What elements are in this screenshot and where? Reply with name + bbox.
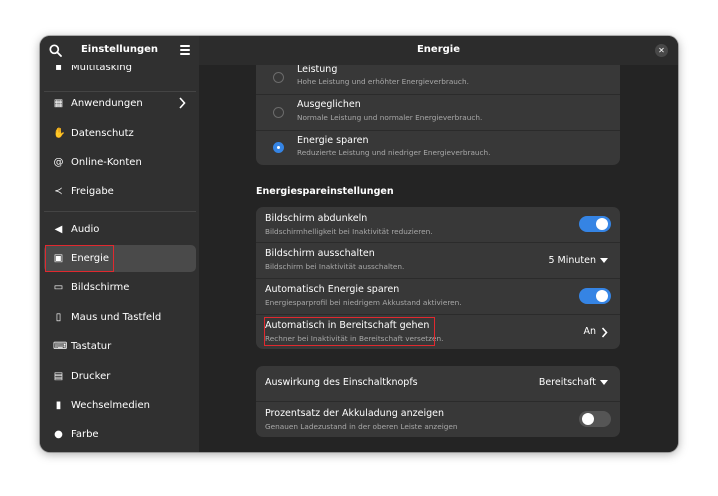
radio-button[interactable] xyxy=(273,107,284,118)
row-battery-percentage[interactable]: Prozentsatz der Akkuladung anzeigen Gena… xyxy=(256,402,620,437)
row-power-button[interactable]: Auswirkung des Einschaltknopfs Bereitsch… xyxy=(256,366,620,401)
auto-suspend-value: An xyxy=(583,326,596,337)
sidebar: ▪ Multitasking ▦ Anwendungen ✋ Datenschu… xyxy=(40,36,199,452)
highlight-box xyxy=(45,245,114,272)
sidebar-item-drucker[interactable]: ▤ Drucker xyxy=(44,363,196,390)
power-button-card: Auswirkung des Einschaltknopfs Bereitsch… xyxy=(256,366,620,437)
radio-button-selected[interactable] xyxy=(273,142,284,153)
section-title: Energiespareinstellungen xyxy=(256,186,394,197)
row-auto-power-saver[interactable]: Automatisch Energie sparen Energiesparpr… xyxy=(256,279,620,314)
row-title: Automatisch Energie sparen xyxy=(265,284,400,295)
row-dim-screen[interactable]: Bildschirm abdunkeln Bildschirmhelligkei… xyxy=(256,207,620,242)
main-header: Energie ✕ xyxy=(199,36,678,65)
sidebar-item-label: Datenschutz xyxy=(71,128,134,139)
sidebar-item-label: Maus und Tastfeld xyxy=(71,312,162,323)
sidebar-divider xyxy=(44,211,196,212)
sidebar-item-datenschutz[interactable]: ✋ Datenschutz xyxy=(44,120,196,147)
sidebar-item-bildschirme[interactable]: ▭ Bildschirme xyxy=(44,274,196,301)
mouse-icon: ▯ xyxy=(55,312,62,323)
row-title: Ausgeglichen xyxy=(297,99,361,110)
auto-power-saver-toggle[interactable] xyxy=(579,288,611,304)
screen-off-dropdown-value[interactable]: 5 Minuten xyxy=(548,255,596,266)
row-subtitle: Bildschirmhelligkeit bei Inaktivität red… xyxy=(265,227,433,236)
hamburger-menu-icon[interactable] xyxy=(180,45,190,55)
at-sign-icon: @ xyxy=(53,157,64,168)
sidebar-item-label: Bildschirme xyxy=(71,282,130,293)
sidebar-item-label: Anwendungen xyxy=(71,98,143,109)
display-icon: ▭ xyxy=(53,282,64,293)
power-saving-card: Bildschirm abdunkeln Bildschirmhelligkei… xyxy=(256,207,620,349)
row-screen-off[interactable]: Bildschirm ausschalten Bildschirm bei In… xyxy=(256,243,620,278)
power-mode-row-energie-sparen[interactable]: Energie sparen Reduzierte Leistung und n… xyxy=(256,131,620,165)
apps-grid-icon: ▦ xyxy=(53,98,64,109)
sidebar-item-tastatur[interactable]: ⌨ Tastatur xyxy=(44,333,196,360)
radio-button[interactable] xyxy=(273,72,284,83)
sidebar-item-anwendungen[interactable]: ▦ Anwendungen xyxy=(44,90,196,117)
sidebar-list: ▪ Multitasking ▦ Anwendungen ✋ Datenschu… xyxy=(40,36,199,452)
row-title: Prozentsatz der Akkuladung anzeigen xyxy=(265,408,444,419)
row-title: Bildschirm abdunkeln xyxy=(265,213,368,224)
privacy-hand-icon: ✋ xyxy=(53,128,66,139)
sidebar-item-audio[interactable]: ◀ Audio xyxy=(44,216,196,243)
sidebar-item-label: Wechselmedien xyxy=(71,400,150,411)
row-subtitle: Reduzierte Leistung und niedriger Energi… xyxy=(297,148,491,157)
close-button[interactable]: ✕ xyxy=(655,44,668,57)
power-mode-card: Leistung Hohe Leistung und erhöhter Ener… xyxy=(256,58,620,165)
usb-icon: ▮ xyxy=(55,400,62,411)
chevron-right-icon xyxy=(179,97,186,109)
sidebar-item-label: Farbe xyxy=(71,429,99,440)
sidebar-item-label: Drucker xyxy=(71,371,111,382)
keyboard-icon: ⌨ xyxy=(53,341,68,352)
sidebar-item-online-konten[interactable]: @ Online-Konten xyxy=(44,149,196,176)
power-button-dropdown-value[interactable]: Bereitschaft xyxy=(539,377,596,388)
row-subtitle: Hohe Leistung und erhöhter Energieverbra… xyxy=(297,77,469,86)
sidebar-header: Einstellungen xyxy=(40,36,199,65)
dim-screen-toggle[interactable] xyxy=(579,216,611,232)
sidebar-item-freigabe[interactable]: ≺ Freigabe xyxy=(44,178,196,205)
sidebar-item-label: Tastatur xyxy=(71,341,112,352)
row-title: Bildschirm ausschalten xyxy=(265,248,375,259)
battery-percentage-toggle[interactable] xyxy=(579,411,611,427)
row-title: Auswirkung des Einschaltknopfs xyxy=(265,377,418,388)
settings-window: ▪ Multitasking ▦ Anwendungen ✋ Datenschu… xyxy=(40,36,678,452)
color-icon: ● xyxy=(54,429,63,440)
share-icon: ≺ xyxy=(54,186,63,197)
printer-icon: ▤ xyxy=(53,371,64,382)
dropdown-arrow-icon[interactable] xyxy=(600,380,608,385)
row-title: Leistung xyxy=(297,64,338,75)
sidebar-item-label: Freigabe xyxy=(71,186,114,197)
highlight-box xyxy=(264,317,435,346)
main-panel: Leistung Hohe Leistung und erhöhter Ener… xyxy=(199,36,678,452)
row-title: Energie sparen xyxy=(297,135,369,146)
chevron-right-icon[interactable] xyxy=(601,327,608,338)
page-title: Energie xyxy=(416,44,461,55)
row-subtitle: Energiesparprofil bei niedrigem Akkustan… xyxy=(265,298,462,307)
sidebar-item-farbe[interactable]: ● Farbe xyxy=(44,421,196,448)
sidebar-item-label: Audio xyxy=(71,224,100,235)
dropdown-arrow-icon[interactable] xyxy=(600,258,608,263)
sidebar-item-maus-und-tastfeld[interactable]: ▯ Maus und Tastfeld xyxy=(44,304,196,331)
sidebar-item-wechselmedien[interactable]: ▮ Wechselmedien xyxy=(44,392,196,419)
row-subtitle: Genauen Ladezustand in der oberen Leiste… xyxy=(265,422,458,431)
sidebar-item-label: Online-Konten xyxy=(71,157,142,168)
row-subtitle: Normale Leistung und normaler Energiever… xyxy=(297,113,483,122)
row-subtitle: Bildschirm bei Inaktivität ausschalten. xyxy=(265,262,405,271)
speaker-icon: ◀ xyxy=(54,224,63,235)
power-mode-row-ausgeglichen[interactable]: Ausgeglichen Normale Leistung und normal… xyxy=(256,95,620,130)
sidebar-title: Einstellungen xyxy=(80,44,159,55)
